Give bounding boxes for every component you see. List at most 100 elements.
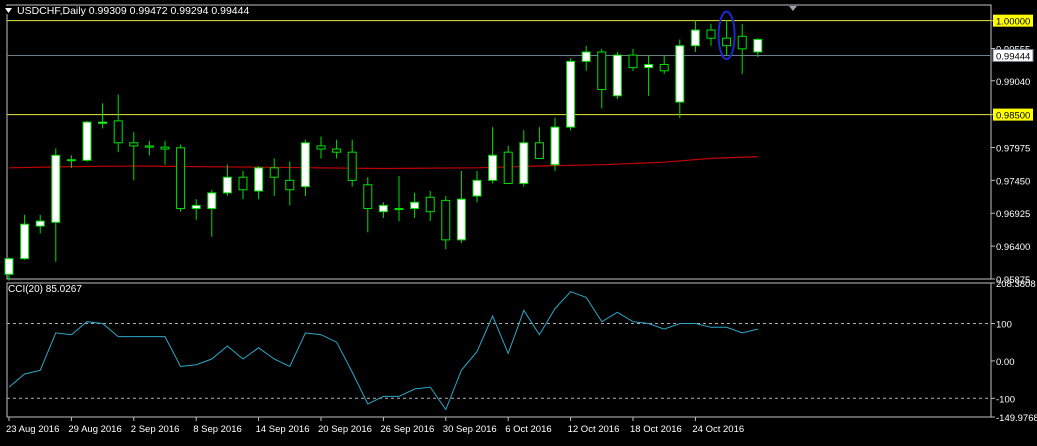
candle [51, 148, 61, 262]
candle-body-bull [207, 192, 217, 210]
cci-title: CCI(20) 85.0267 [8, 284, 82, 295]
candle [82, 120, 92, 162]
candle-body-bull [753, 38, 763, 53]
candle [597, 48, 607, 109]
candle [644, 55, 654, 96]
time-tick-label: 24 Oct 2016 [692, 424, 744, 435]
price-panel-frame [6, 4, 992, 280]
candle [254, 165, 264, 200]
candle-body-bull [98, 121, 108, 124]
time-tick-label: 26 Sep 2016 [380, 424, 434, 435]
price-tick-label: 0.99040 [996, 77, 1030, 88]
candle [659, 55, 669, 74]
candle [550, 117, 560, 171]
candle-body-bear [706, 29, 716, 39]
candle [534, 127, 544, 159]
current-price-label: 0.99444 [996, 51, 1030, 62]
candle-body-bull [35, 220, 45, 227]
candle [441, 196, 451, 250]
candle-body-bull [581, 51, 591, 62]
candle-body-bear [129, 142, 139, 147]
candle-body-bull [644, 63, 654, 69]
candle [581, 45, 591, 71]
candle [410, 192, 420, 218]
candle [394, 175, 404, 222]
candle [160, 140, 170, 165]
cci-tick-label: -100 [996, 394, 1015, 405]
time-tick-label: 23 Aug 2016 [6, 424, 59, 435]
candle [488, 127, 498, 184]
candle-body-bear [269, 167, 279, 178]
price-levels [7, 20, 991, 116]
candle-body-bull [566, 60, 576, 128]
chart-frames [6, 4, 992, 418]
time-tick-label: 30 Sep 2016 [443, 424, 497, 435]
candle-body-bull [690, 29, 700, 47]
candle-body-bull [488, 154, 498, 181]
candle-body-bear [534, 142, 544, 159]
candle-body-bull [222, 176, 232, 194]
time-axis: 23 Aug 2016 29 Aug 2016 2 Sep 2016 8 Sep 20… [6, 417, 744, 435]
chart-title: USDCHF,Daily 0.99309 0.99472 0.99294 0.9… [17, 5, 249, 17]
chart-canvas: 1.000000.995550.990400.985000.979750.974… [4, 4, 1037, 435]
candle-body-bear [597, 51, 607, 91]
candle [706, 23, 716, 46]
candle [332, 139, 342, 159]
price-tick-label: 0.96400 [996, 242, 1030, 253]
candle-body-bull [4, 258, 14, 275]
candle [456, 170, 466, 243]
candle [222, 164, 232, 197]
candle [129, 132, 139, 181]
price-tick-label: 0.98500 [996, 111, 1030, 122]
cci-tick-label: 100 [996, 320, 1012, 331]
candle-body-bull [519, 142, 529, 184]
candle-body-bull [472, 179, 482, 197]
candle [144, 140, 154, 156]
cci-line [8, 291, 758, 411]
candle [269, 158, 279, 197]
cci-panel-frame [6, 282, 992, 418]
moving-average [8, 156, 758, 170]
cci-panel: 208.3808 100 0.00 -100 -149.9768 [7, 279, 1037, 424]
candle-body-bull [612, 54, 622, 97]
candle [191, 199, 201, 220]
candle-body-bear [332, 148, 342, 153]
candle [519, 130, 529, 187]
candle-body-bull [410, 201, 420, 210]
candle [98, 103, 108, 129]
time-tick-label: 2 Sep 2016 [131, 424, 180, 435]
price-tick-label: 0.96925 [996, 209, 1030, 220]
time-tick-label: 6 Oct 2016 [505, 424, 551, 435]
candle-body-bear [441, 199, 451, 241]
candle-body-bear [144, 145, 154, 148]
candle [503, 145, 513, 184]
candle [113, 94, 123, 153]
candle-body-bull [191, 204, 201, 210]
candle [378, 202, 388, 218]
cci-tick-label: 0.00 [996, 357, 1015, 368]
candle-body-bear [363, 184, 373, 210]
candle [176, 144, 186, 212]
candle [566, 58, 576, 131]
shift-marker-icon[interactable] [789, 6, 797, 11]
moving-average-line [8, 156, 758, 170]
candle-body-bull [51, 154, 61, 223]
candles [4, 20, 763, 281]
candle [690, 20, 700, 52]
candle [207, 189, 217, 237]
candle-body-bear [113, 120, 123, 144]
candle [675, 39, 685, 118]
candle-body-bear [160, 146, 170, 150]
candle-body-bear [176, 147, 186, 210]
candle [316, 136, 326, 159]
candle-body-bear [285, 179, 295, 191]
candle [35, 214, 45, 234]
candle-body-bull [66, 159, 76, 162]
chart-header: USDCHF,Daily 0.99309 0.99472 0.99294 0.9… [4, 5, 797, 17]
time-tick-label: 14 Sep 2016 [256, 424, 310, 435]
candle [66, 155, 76, 168]
candle [612, 51, 622, 99]
candle-body-bull [394, 208, 404, 211]
candle [628, 48, 638, 71]
chart-window: 1.000000.995550.990400.985000.979750.974… [0, 0, 1037, 441]
